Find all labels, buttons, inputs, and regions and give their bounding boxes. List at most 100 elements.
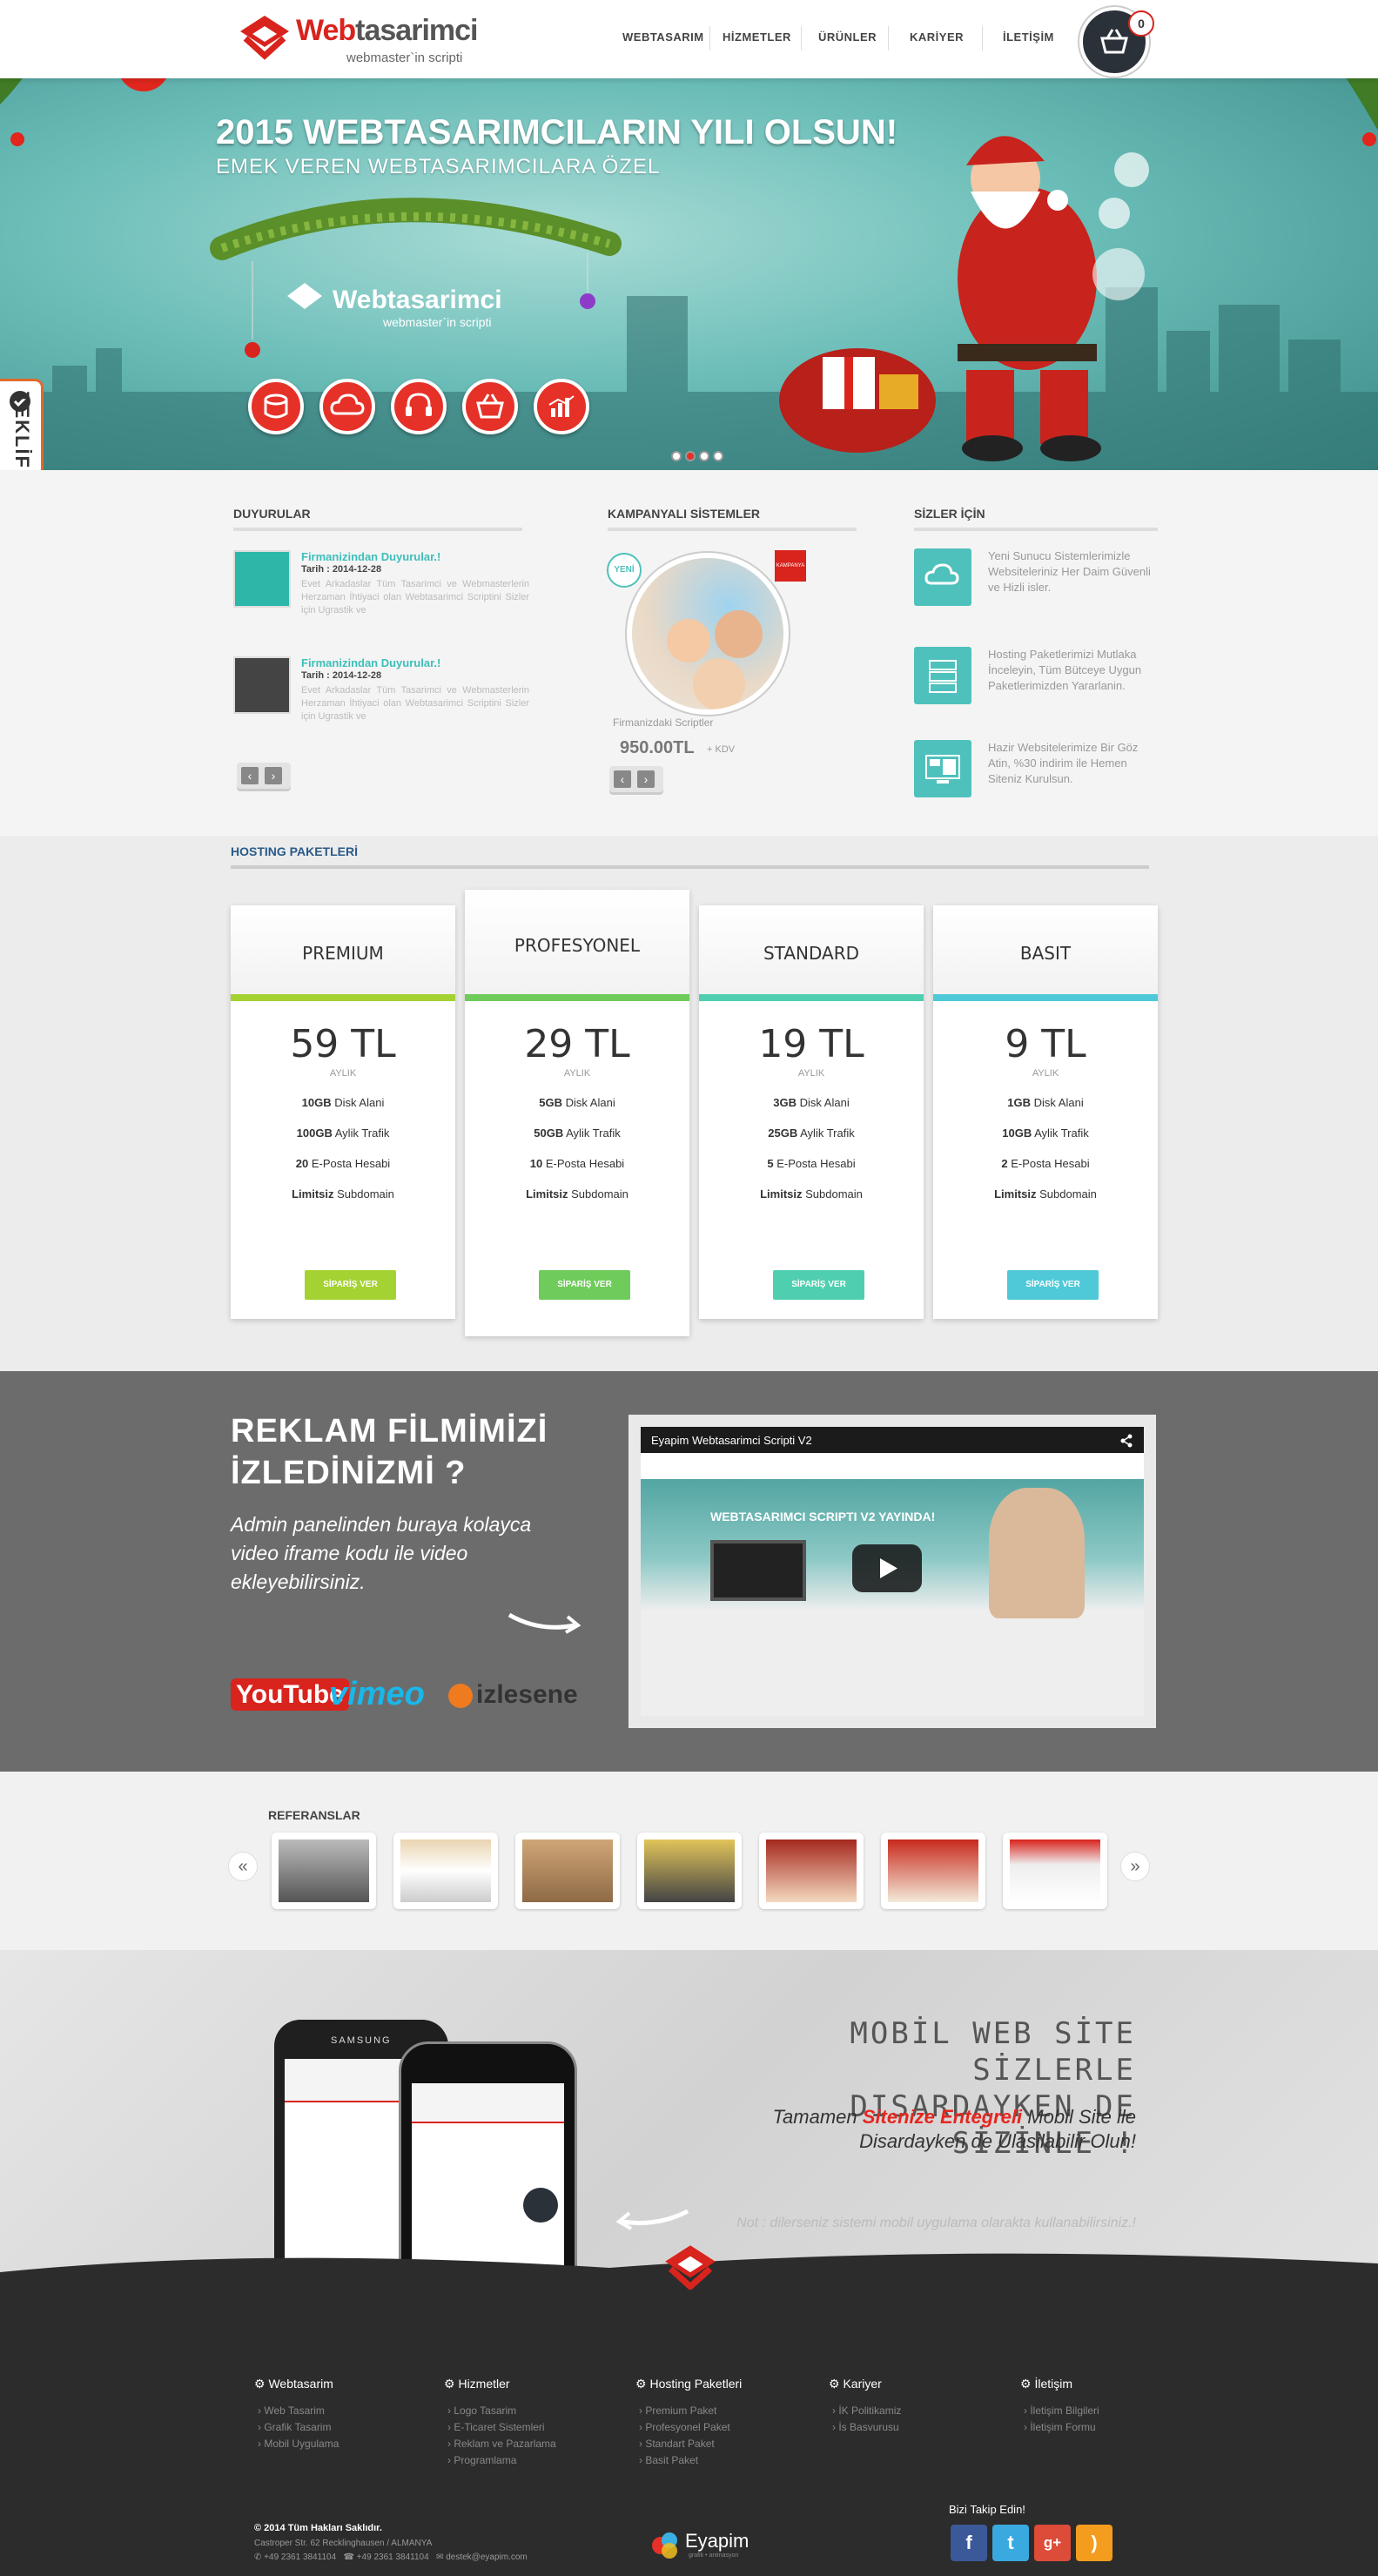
phone-screen-header <box>412 2083 564 2123</box>
news-item[interactable]: Firmanizindan Duyurular.! Tarih : 2014-1… <box>233 656 529 726</box>
slide-dot-1[interactable] <box>671 451 682 461</box>
google-plus-icon[interactable]: g+ <box>1034 2525 1071 2561</box>
footer-link[interactable]: › Premium Paket <box>639 2404 730 2417</box>
bar-chart-icon[interactable] <box>534 379 589 434</box>
footer-link[interactable]: › Basit Paket <box>639 2454 730 2466</box>
next-arrow-icon[interactable]: › <box>265 767 282 784</box>
video-player-title: Eyapim Webtasarimci Scripti V2 <box>651 1434 812 1447</box>
nav-hizmetler[interactable]: HİZMETLER <box>723 30 791 44</box>
footer-link[interactable]: › İs Basvurusu <box>832 2421 901 2433</box>
reference-item[interactable] <box>515 1833 620 1909</box>
footer-link[interactable]: › E-Ticaret Sistemleri <box>447 2421 556 2433</box>
footer-link-text[interactable]: E-Ticaret Sistemleri <box>454 2421 544 2433</box>
kampanya-product-name[interactable]: Firmanizdaki Scriptler <box>613 716 713 729</box>
nav-divider <box>801 26 802 50</box>
plan-price: 9 TL <box>1005 1022 1086 1066</box>
footer-link[interactable]: › Mobil Uygulama <box>258 2438 339 2450</box>
footer-link[interactable]: › Programlama <box>447 2454 556 2466</box>
footer-link[interactable]: › Reklam ve Pazarlama <box>447 2438 556 2450</box>
footer-link-text[interactable]: Basit Paket <box>645 2454 698 2466</box>
video-player-frame: WEBTASARIMCI SCRIPTI V2 YAYINDA! Eyapim … <box>629 1415 1156 1728</box>
footer-link-text[interactable]: Reklam ve Pazarlama <box>454 2438 555 2450</box>
video-player[interactable]: WEBTASARIMCI SCRIPTI V2 YAYINDA! Eyapim … <box>641 1427 1144 1716</box>
next-arrow-icon[interactable]: › <box>637 770 655 788</box>
footer-link-text[interactable]: Premium Paket <box>645 2404 716 2417</box>
plan-disk-value: 5GB <box>539 1096 563 1109</box>
headset-icon[interactable] <box>391 379 447 434</box>
nav-webtasarim[interactable]: WEBTASARIM <box>622 30 704 44</box>
eyapim-logo[interactable]: Eyapim grafik • animasyon <box>649 2525 753 2568</box>
facebook-icon[interactable]: f <box>951 2525 987 2561</box>
mobile-heading-line-1: MOBİL WEB SİTE SİZLERLE <box>850 2016 1136 2088</box>
footer-link-text[interactable]: İK Politikamiz <box>838 2404 901 2417</box>
reference-item[interactable] <box>393 1833 498 1909</box>
nav-iletisim[interactable]: İLETİŞİM <box>1003 30 1054 44</box>
reference-item[interactable] <box>759 1833 864 1909</box>
footer-link-text[interactable]: Web Tasarim <box>264 2404 325 2417</box>
reference-item[interactable] <box>272 1833 376 1909</box>
next-arrow-icon[interactable]: » <box>1120 1852 1150 1881</box>
footer-link[interactable]: › Web Tasarim <box>258 2404 339 2417</box>
plan-feature-disk: 1GB Disk Alani <box>933 1096 1158 1109</box>
plan-mail-label: E-Posta Hesabi <box>545 1157 625 1170</box>
prev-arrow-icon[interactable]: ‹ <box>614 770 631 788</box>
plan-card-standard: STANDARD 19 TL AYLIK 3GB Disk Alani 25GB… <box>699 905 924 1319</box>
footer-link-text[interactable]: İletişim Bilgileri <box>1030 2404 1099 2417</box>
kampanya-vat: + KDV <box>707 744 736 755</box>
footer-email[interactable]: destek@eyapim.com <box>446 2552 528 2562</box>
footer-link[interactable]: › Standart Paket <box>639 2438 730 2450</box>
footer-link-text[interactable]: Profesyonel Paket <box>645 2421 729 2433</box>
plan-name: PREMIUM <box>231 905 455 1001</box>
reference-item[interactable] <box>881 1833 985 1909</box>
hero-slider[interactable]: 2015 WEBTASARIMCILARIN YILI OLSUN! EMEK … <box>0 78 1378 470</box>
footer-link-text[interactable]: İs Basvurusu <box>838 2421 898 2433</box>
shopping-basket-icon[interactable] <box>462 379 518 434</box>
nav-kariyer[interactable]: KARİYER <box>910 30 964 44</box>
prev-arrow-icon[interactable]: « <box>228 1852 258 1881</box>
slide-dot-2[interactable] <box>685 451 696 461</box>
news-thumbnail <box>233 656 291 714</box>
hero-subtitle: EMEK VEREN WEBTASARIMCILARA ÖZEL <box>216 155 661 178</box>
footer-link[interactable]: › İletişim Formu <box>1024 2421 1099 2433</box>
footer-link-text[interactable]: Programlama <box>454 2454 516 2466</box>
footer-link-text[interactable]: İletişim Formu <box>1030 2421 1095 2433</box>
footer-link[interactable]: › Grafik Tasarim <box>258 2421 339 2433</box>
kampanya-product-image[interactable] <box>627 553 789 715</box>
order-button[interactable]: SİPARİŞ VER <box>539 1270 630 1300</box>
footer-link[interactable]: › İletişim Bilgileri <box>1024 2404 1099 2417</box>
footer-link-text[interactable]: Logo Tasarim <box>454 2404 516 2417</box>
footer-link-text[interactable]: Mobil Uygulama <box>264 2438 339 2450</box>
plan-traffic-label: Aylik Trafik <box>566 1127 621 1140</box>
footer-col-title-text: Webtasarim <box>268 2377 333 2391</box>
website-layout-icon <box>914 740 971 797</box>
reference-item[interactable] <box>637 1833 742 1909</box>
plan-mail-value: 5 <box>767 1157 774 1170</box>
footer-logo-icon <box>665 2245 716 2290</box>
footer-link[interactable]: › Logo Tasarim <box>447 2404 556 2417</box>
cloud-icon[interactable] <box>319 379 375 434</box>
footer-link[interactable]: › İK Politikamiz <box>832 2404 901 2417</box>
nav-urunler[interactable]: ÜRÜNLER <box>818 30 877 44</box>
footer-link-text[interactable]: Standart Paket <box>645 2438 714 2450</box>
database-icon[interactable] <box>248 379 304 434</box>
order-button[interactable]: SİPARİŞ VER <box>305 1270 396 1300</box>
play-button[interactable] <box>852 1544 922 1592</box>
news-title[interactable]: Firmanizindan Duyurular.! <box>301 550 440 563</box>
news-title[interactable]: Firmanizindan Duyurular.! <box>301 656 440 669</box>
order-button[interactable]: SİPARİŞ VER <box>1007 1270 1099 1300</box>
slide-dot-3[interactable] <box>699 451 709 461</box>
plan-feature-subdomain: Limitsiz Subdomain <box>465 1187 689 1201</box>
slide-dot-4[interactable] <box>713 451 723 461</box>
site-logo[interactable]: Webtasarimci webmaster`in scripti <box>235 9 478 70</box>
order-button[interactable]: SİPARİŞ VER <box>773 1270 864 1300</box>
news-item[interactable]: Firmanizindan Duyurular.! Tarih : 2014-1… <box>233 550 529 620</box>
twitter-icon[interactable]: t <box>992 2525 1029 2561</box>
share-icon[interactable] <box>1119 1434 1133 1448</box>
footer-link-text[interactable]: Grafik Tasarim <box>264 2421 331 2433</box>
rss-icon[interactable]: ) <box>1076 2525 1112 2561</box>
prev-arrow-icon[interactable]: ‹ <box>241 767 259 784</box>
reference-item[interactable] <box>1003 1833 1107 1909</box>
news-date: Tarih : 2014-12-28 <box>301 564 382 575</box>
nav-divider <box>709 26 710 50</box>
footer-link[interactable]: › Profesyonel Paket <box>639 2421 730 2433</box>
